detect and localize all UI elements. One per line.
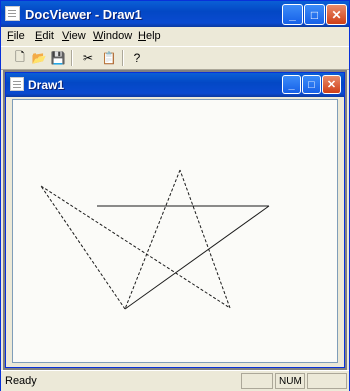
menu-file-label: ile [13,30,25,42]
menu-view[interactable]: View [62,30,86,42]
document-window: Draw1 _ □ ✕ [5,72,345,368]
star-stroke-4 [40,185,126,310]
menu-file[interactable]: File [7,30,25,42]
num-lock-indicator: NUM [275,373,305,389]
document-maximize-button[interactable]: □ [302,75,321,94]
toolbar-separator [71,50,73,66]
star-stroke-3 [124,169,181,310]
open-folder-icon[interactable]: 📂 [30,49,48,67]
menu-edit-label: dit [42,30,54,42]
menu-window-mnemonic: W [93,30,104,42]
app-title: DocViewer - Draw1 [25,7,142,22]
star-drawing [40,169,270,310]
close-button[interactable]: ✕ [326,4,347,25]
document-titlebar[interactable]: Draw1 _ □ ✕ [6,73,344,97]
menu-file-mnemonic: F [7,30,14,42]
drawing-canvas[interactable] [12,99,338,363]
app-icon[interactable] [5,6,20,21]
menu-help-mnemonic: H [138,30,146,42]
save-icon[interactable]: 💾 [49,49,67,67]
toolbar: 🗋 📂 💾 ✂ 📋 ? [1,46,349,70]
star-stroke-1 [40,185,231,309]
app-window: DocViewer - Draw1 _ □ ✕ File Edit View W… [0,0,350,391]
status-text: Ready [5,375,37,387]
menu-window[interactable]: Window [93,30,132,42]
menu-edit[interactable]: Edit [35,30,54,42]
menu-window-label: indow [103,30,133,42]
status-cell-empty [307,373,347,389]
document-minimize-button[interactable]: _ [282,75,301,94]
toolbar-separator [122,50,124,66]
app-titlebar[interactable]: DocViewer - Draw1 _ □ ✕ [1,1,349,27]
document-title: Draw1 [28,78,65,92]
document-close-button[interactable]: ✕ [322,75,341,94]
menu-help-label: elp [145,30,161,42]
status-bar: Ready NUM [1,370,349,391]
minimize-button[interactable]: _ [282,4,303,25]
menu-help[interactable]: Help [138,30,161,42]
cut-icon[interactable]: ✂ [79,49,97,67]
status-cell-empty [241,373,273,389]
help-icon[interactable]: ? [128,49,146,67]
menu-view-label: iew [69,30,86,42]
menu-bar: File Edit View Window Help [1,27,349,45]
document-icon[interactable] [10,77,24,91]
maximize-button[interactable]: □ [304,4,325,25]
paste-icon[interactable]: 📋 [100,49,118,67]
new-file-icon[interactable]: 🗋 [11,49,29,67]
star-stroke-5 [124,205,270,310]
